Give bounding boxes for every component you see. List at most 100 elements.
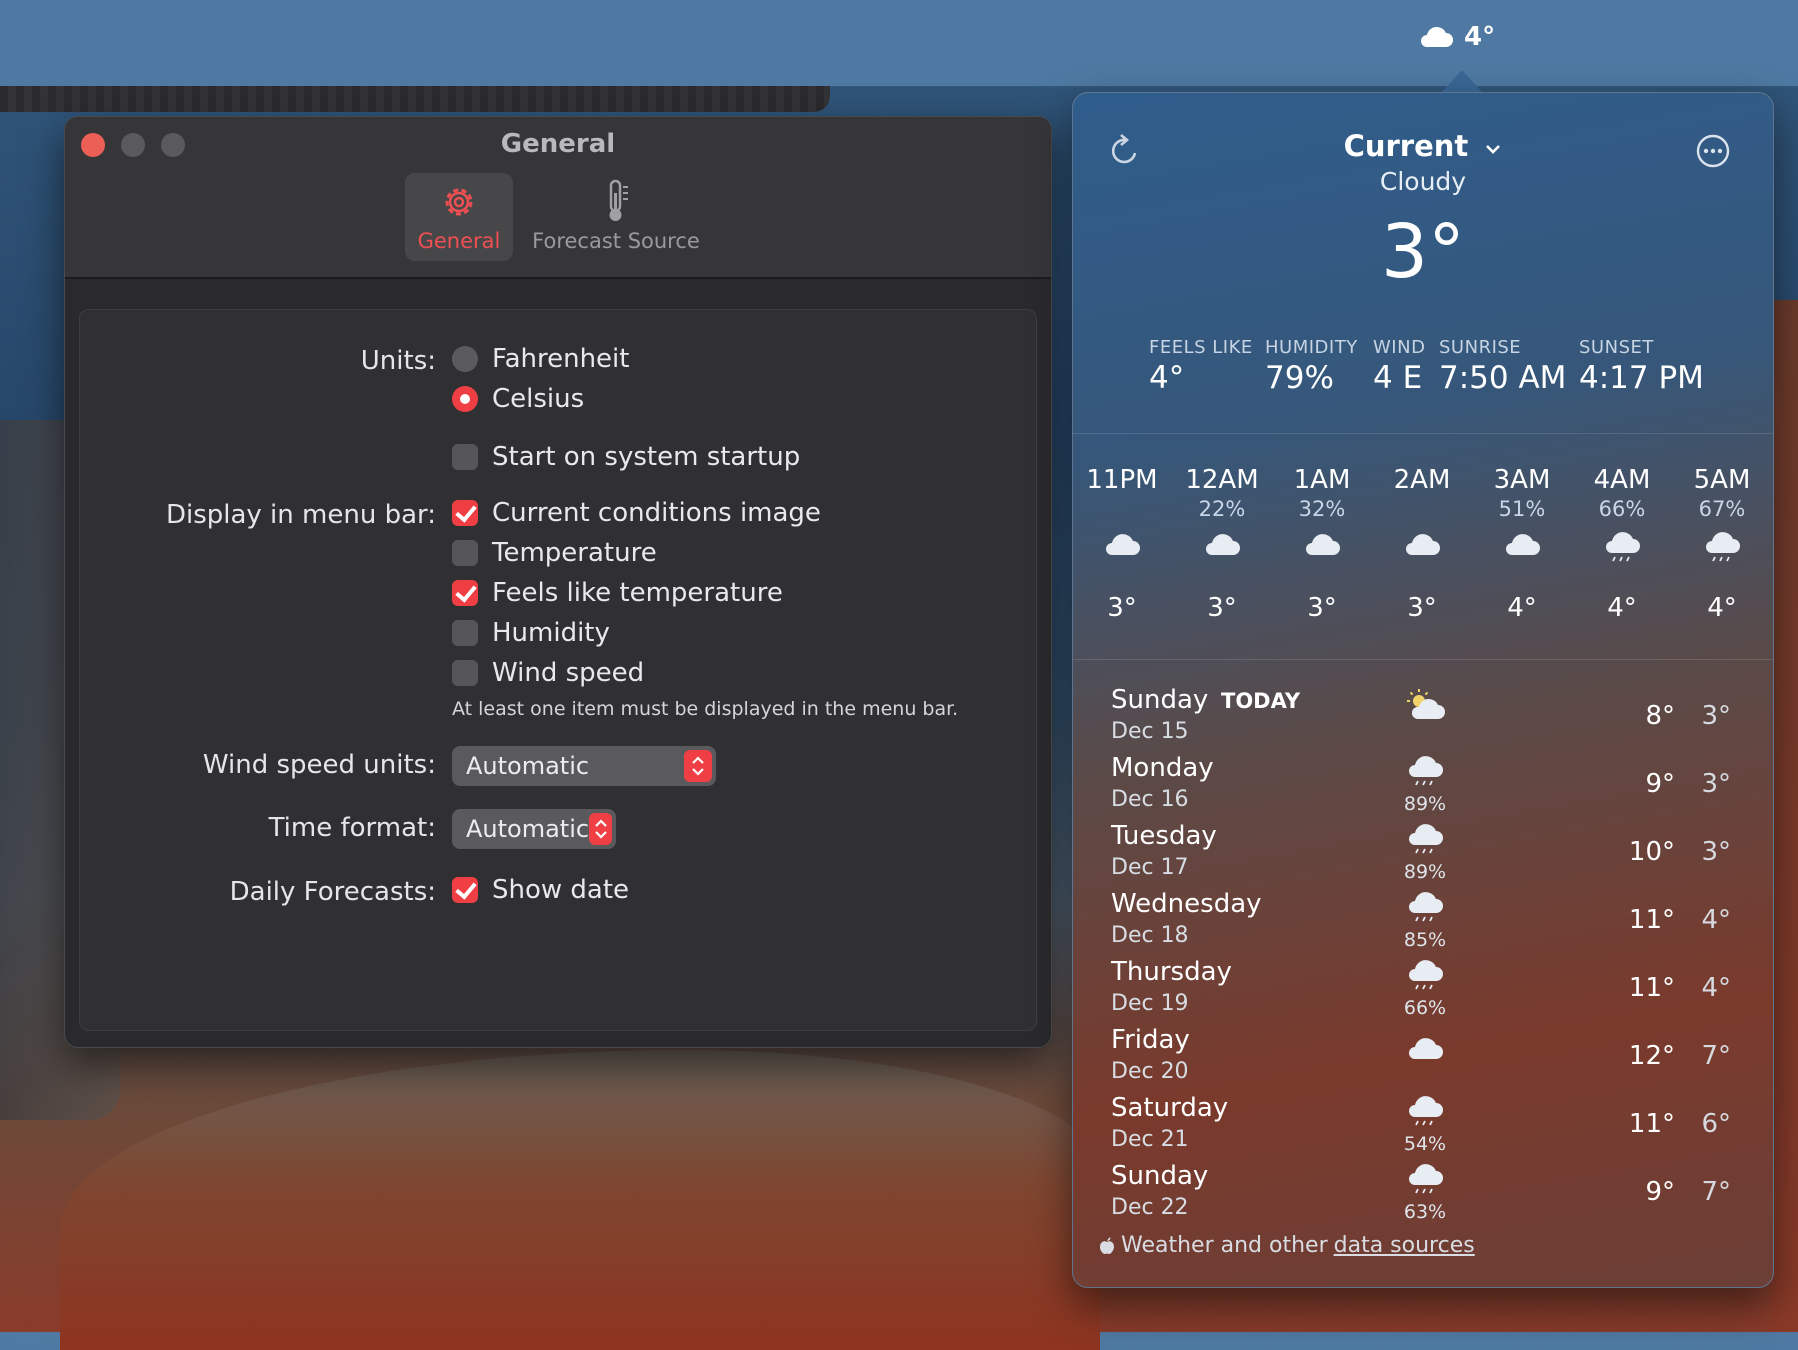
hour-temp: 3° — [1107, 593, 1137, 623]
hour-temp: 3° — [1407, 593, 1437, 623]
temperature-checkbox[interactable] — [452, 540, 478, 566]
daily-row: Sunday Dec 22 63% 9° 7° — [1111, 1161, 1731, 1229]
data-sources-link[interactable]: data sources — [1334, 1233, 1475, 1258]
hourly-item: 5AM 67% 4° — [1677, 465, 1767, 623]
day-date: Dec 20 — [1111, 1059, 1189, 1084]
tab-general[interactable]: General — [405, 173, 513, 261]
stat-feels-like: FEELS LIKE 4° — [1149, 337, 1253, 396]
stat-value: 4 E — [1373, 360, 1423, 396]
stat-sunset: SUNSET 4:17 PM — [1579, 337, 1704, 396]
day-low: 4° — [1701, 905, 1731, 935]
time-format-control: Automatic — [452, 809, 616, 849]
cloud-icon — [1306, 534, 1340, 555]
daily-forecasts-label: Daily Forecasts: — [229, 877, 436, 907]
day-high: 8° — [1645, 701, 1675, 731]
titlebar: General General Forecast Source — [65, 117, 1051, 279]
location-selector[interactable]: Current — [1073, 129, 1773, 163]
show-date-checkbox[interactable] — [452, 877, 478, 903]
units-label: Units: — [360, 346, 436, 376]
cloud-drizzle-icon — [1409, 824, 1443, 854]
day-high: 12° — [1628, 1041, 1675, 1071]
day-precip: 66% — [1403, 997, 1447, 1019]
tab-forecast-source-label: Forecast Source — [532, 229, 700, 253]
footer: Weather and other data sources — [1099, 1233, 1475, 1258]
divider — [1073, 433, 1773, 434]
partly-cloudy-icon — [1407, 689, 1445, 719]
day-high: 9° — [1645, 1177, 1675, 1207]
day-date: Dec 16 — [1111, 787, 1189, 812]
conditions-image-label: Current conditions image — [492, 498, 821, 528]
radio-celsius[interactable]: Celsius — [452, 384, 584, 414]
hourly-item: 2AM 3° — [1377, 465, 1467, 623]
time-format-select[interactable]: Automatic — [452, 809, 616, 849]
display-item-feels-like[interactable]: Feels like temperature — [452, 578, 783, 608]
thermometer-icon — [609, 179, 628, 221]
current-condition: Cloudy — [1379, 167, 1467, 196]
updown-arrows-icon — [684, 750, 712, 782]
cloud-drizzle-icon — [1409, 1164, 1443, 1194]
startup-label: Start on system startup — [492, 442, 801, 472]
wind-speed-checkbox[interactable] — [452, 660, 478, 686]
day-name: Friday — [1111, 1025, 1190, 1055]
cloud-drizzle-icon — [1706, 532, 1740, 562]
display-note: At least one item must be displayed in t… — [452, 698, 959, 720]
cloud-drizzle-icon — [1409, 960, 1443, 990]
day-high: 11° — [1628, 1109, 1675, 1139]
hour-time: 2AM — [1393, 465, 1451, 495]
display-item-wind-speed[interactable]: Wind speed — [452, 658, 644, 688]
cloud-drizzle-icon — [1606, 532, 1640, 562]
chevron-down-icon — [1486, 145, 1501, 154]
daily-row: Sunday TODAY Dec 15 8° 3° — [1111, 685, 1731, 753]
day-name: Sunday — [1111, 1161, 1209, 1191]
stat-value: 79% — [1265, 360, 1334, 396]
stat-value: 7:50 AM — [1439, 360, 1567, 396]
hourly-item: 3AM 51% 4° — [1477, 465, 1567, 623]
display-item-humidity[interactable]: Humidity — [452, 618, 610, 648]
background-hill — [60, 1050, 1100, 1350]
day-date: Dec 15 — [1111, 719, 1189, 744]
cloud-icon — [1106, 534, 1140, 555]
stat-key: SUNRISE — [1439, 337, 1522, 358]
day-precip: 89% — [1403, 793, 1447, 815]
wind-units-control: Automatic — [452, 746, 716, 786]
settings-window: General General Forecast Source Units: F… — [64, 116, 1052, 1048]
hour-temp: 4° — [1607, 593, 1637, 623]
day-high: 11° — [1628, 973, 1675, 1003]
fahrenheit-radio[interactable] — [452, 346, 478, 372]
cloud-drizzle-icon — [1409, 756, 1443, 786]
popover-arrow — [1442, 70, 1482, 92]
startup-option[interactable]: Start on system startup — [452, 442, 800, 472]
display-item-temperature[interactable]: Temperature — [452, 538, 657, 568]
day-name: Thursday — [1111, 957, 1232, 987]
conditions-image-checkbox[interactable] — [452, 500, 478, 526]
day-low: 4° — [1701, 973, 1731, 1003]
tab-forecast-source[interactable]: Forecast Source — [521, 173, 711, 261]
show-date-option[interactable]: Show date — [452, 875, 629, 905]
day-low: 6° — [1701, 1109, 1731, 1139]
day-low: 3° — [1701, 701, 1731, 731]
wind-units-select[interactable]: Automatic — [452, 746, 716, 786]
stat-humidity: HUMIDITY 79% — [1265, 337, 1358, 396]
stat-wind: WIND 4 E — [1373, 337, 1425, 396]
hourly-item: 4AM 66% 4° — [1577, 465, 1667, 623]
cloud-icon — [1421, 26, 1453, 47]
hour-precip: 67% — [1698, 497, 1746, 521]
hour-temp: 4° — [1707, 593, 1737, 623]
footer-text: Weather and other — [1121, 1233, 1328, 1258]
window-title: General — [500, 129, 616, 159]
startup-checkbox[interactable] — [452, 444, 478, 470]
hour-precip: 66% — [1598, 497, 1646, 521]
hourly-item: 1AM 32% 3° — [1277, 465, 1367, 623]
menubar-weather-item[interactable]: 4° — [1418, 22, 1495, 52]
humidity-checkbox[interactable] — [452, 620, 478, 646]
radio-fahrenheit[interactable]: Fahrenheit — [452, 344, 629, 374]
menu-bar — [0, 0, 1798, 86]
day-low: 3° — [1701, 769, 1731, 799]
feels-like-checkbox[interactable] — [452, 580, 478, 606]
display-menubar-label: Display in menu bar: — [165, 500, 436, 530]
celsius-radio[interactable] — [452, 386, 478, 412]
stat-key: SUNSET — [1579, 337, 1654, 358]
day-low: 7° — [1701, 1177, 1731, 1207]
display-item-conditions-image[interactable]: Current conditions image — [452, 498, 821, 528]
settings-pane: Units: Fahrenheit Celsius Start on syste… — [79, 309, 1037, 1031]
